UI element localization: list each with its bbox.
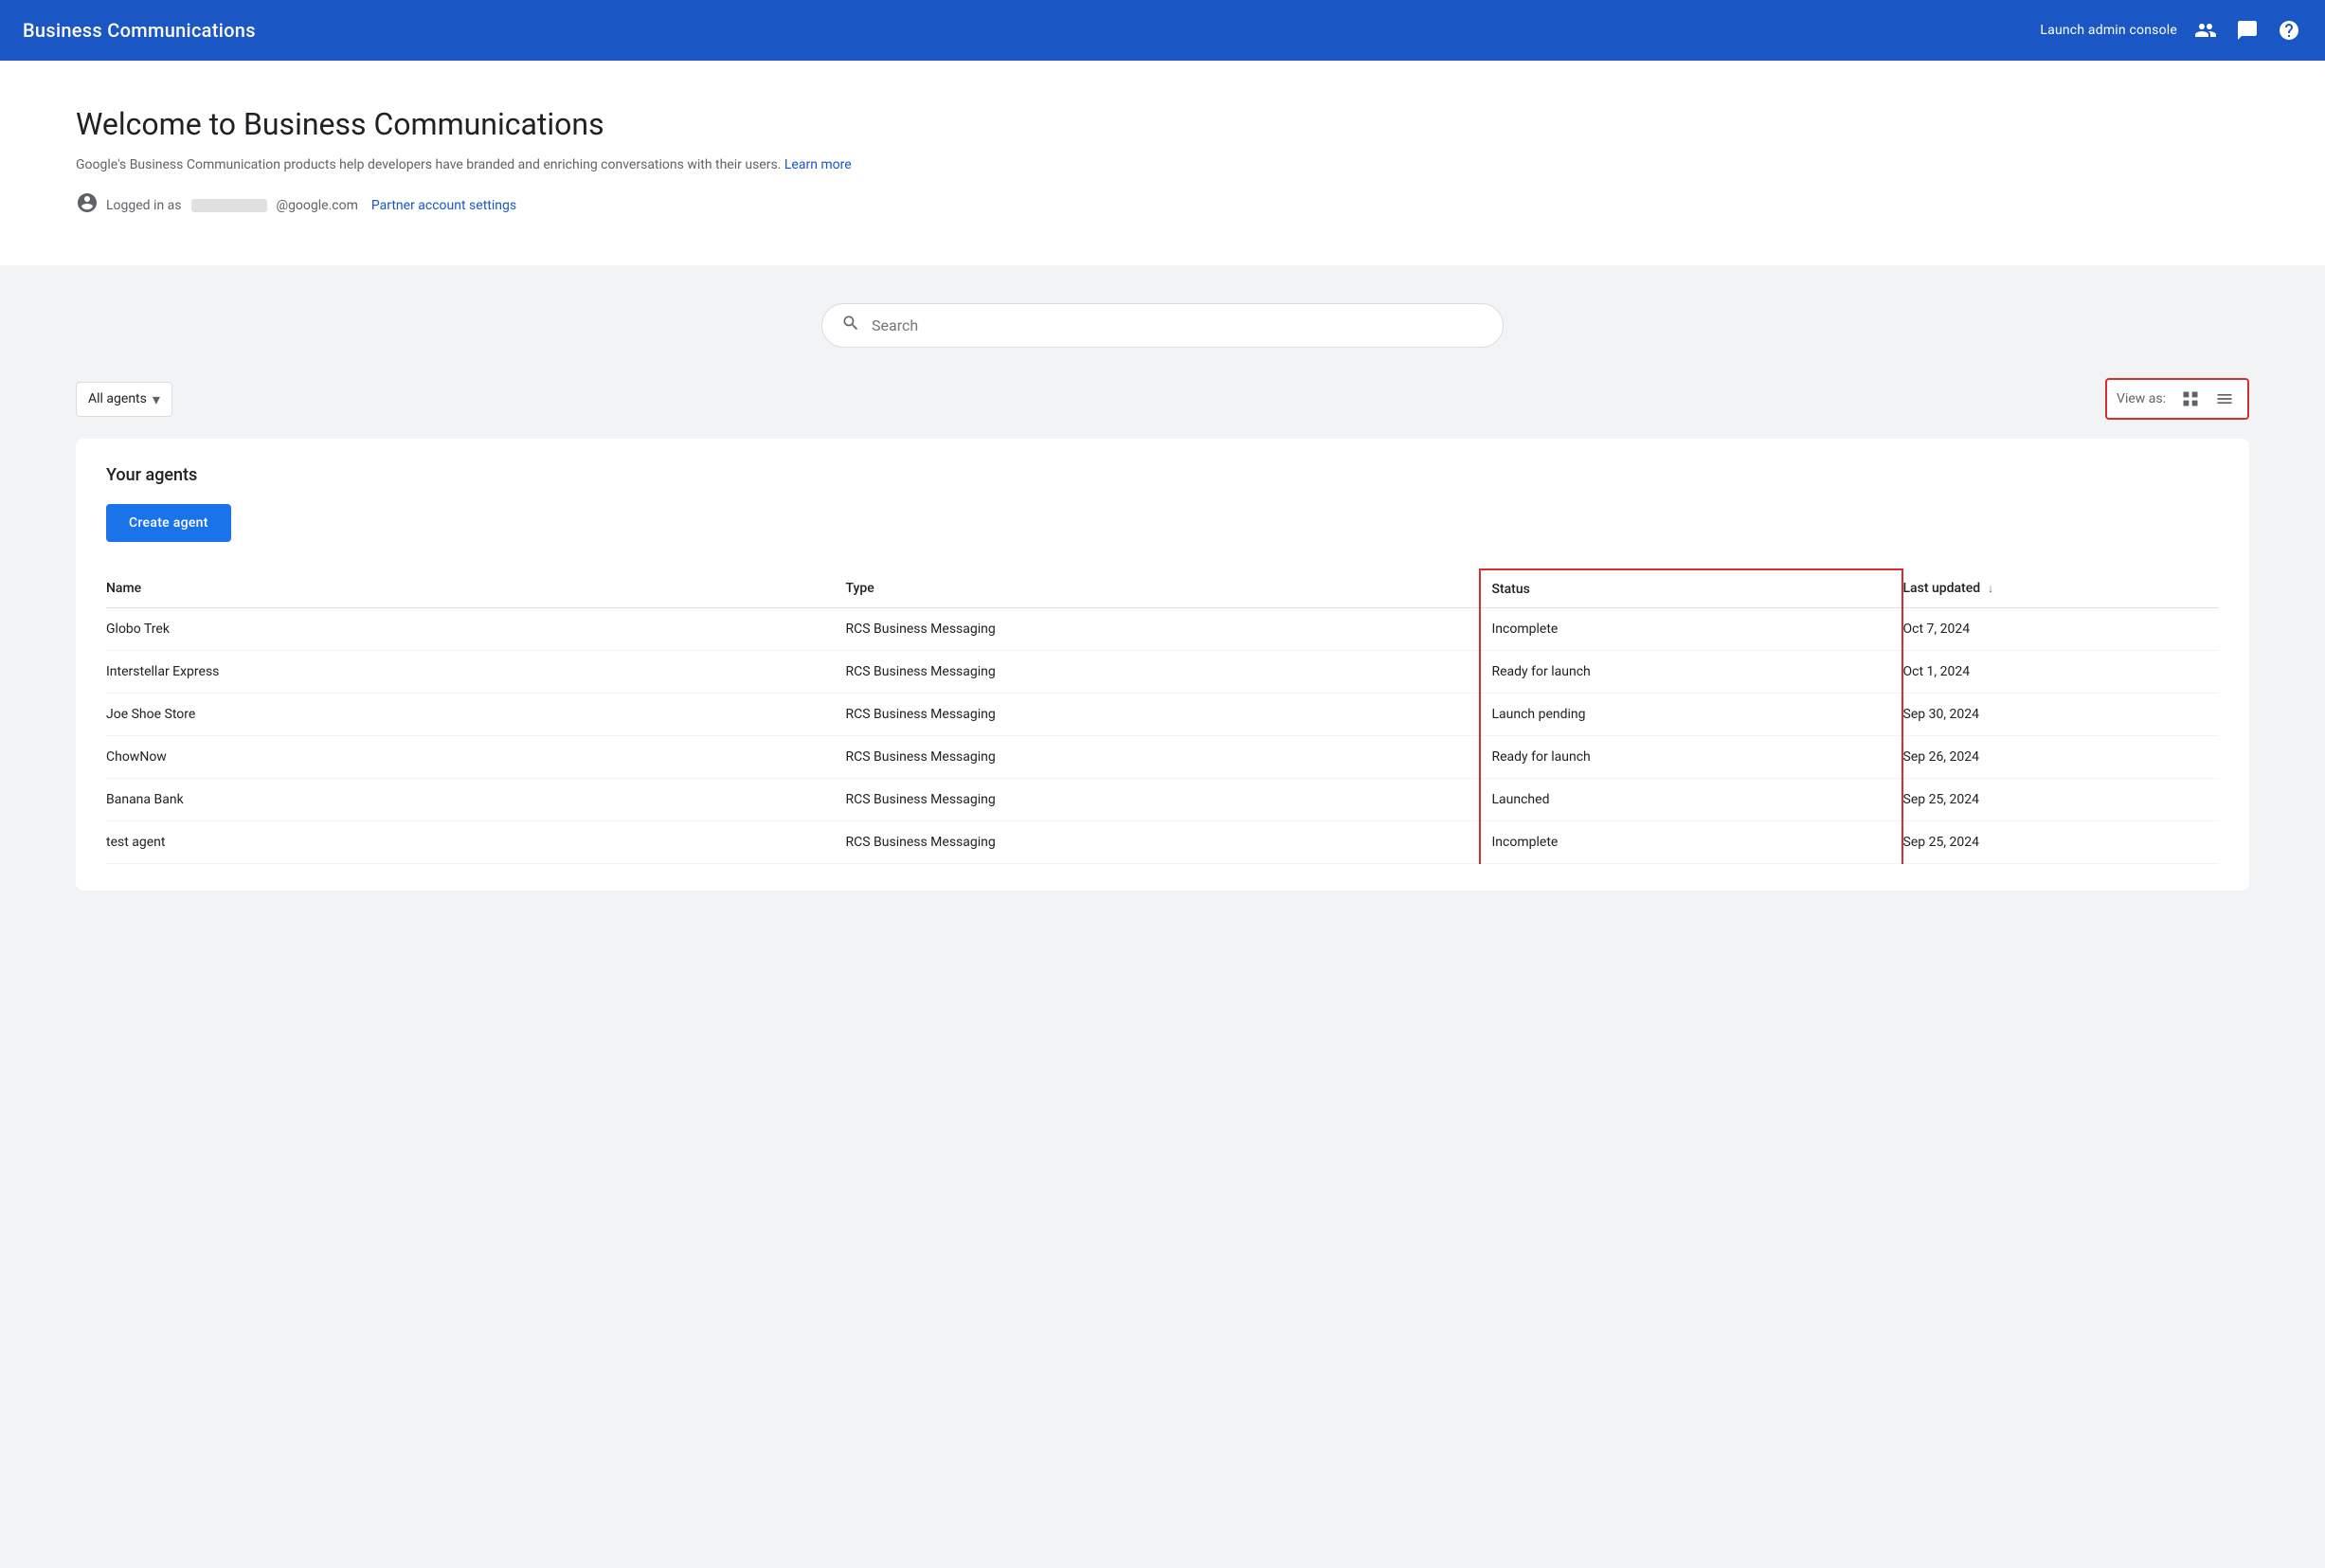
cell-type: RCS Business Messaging — [846, 608, 1480, 651]
all-agents-dropdown[interactable]: All agents ▾ — [76, 382, 172, 417]
cell-last-updated: Sep 25, 2024 — [1902, 821, 2220, 864]
people-icon[interactable] — [2192, 17, 2219, 44]
cell-type: RCS Business Messaging — [846, 651, 1480, 694]
header-actions: Launch admin console — [2040, 17, 2302, 44]
search-container — [76, 303, 2249, 348]
cell-name: Banana Bank — [106, 779, 846, 821]
welcome-title: Welcome to Business Communications — [76, 106, 2249, 142]
agents-card: Your agents Create agent Name Type Statu… — [76, 439, 2249, 891]
cell-status: Ready for launch — [1480, 736, 1902, 779]
cell-status: Launched — [1480, 779, 1902, 821]
logged-in-row: Logged in as @google.com Partner account… — [76, 191, 2249, 220]
cell-last-updated: Sep 26, 2024 — [1902, 736, 2220, 779]
cell-last-updated: Sep 25, 2024 — [1902, 779, 2220, 821]
cell-name: Globo Trek — [106, 608, 846, 651]
dropdown-arrow-icon: ▾ — [153, 390, 160, 408]
view-as-container: View as: — [2105, 378, 2249, 420]
th-type: Type — [846, 569, 1480, 608]
cell-type: RCS Business Messaging — [846, 694, 1480, 736]
th-status: Status — [1480, 569, 1902, 608]
cell-last-updated: Oct 7, 2024 — [1902, 608, 2220, 651]
partner-account-settings-link[interactable]: Partner account settings — [371, 198, 516, 213]
account-circle-icon — [76, 191, 99, 220]
agents-section-title: Your agents — [106, 465, 2219, 485]
main-content: All agents ▾ View as: Your agents Create… — [0, 265, 2325, 928]
create-agent-button[interactable]: Create agent — [106, 504, 231, 542]
table-row[interactable]: ChowNow RCS Business Messaging Ready for… — [106, 736, 2219, 779]
cell-type: RCS Business Messaging — [846, 736, 1480, 779]
table-row[interactable]: Globo Trek RCS Business Messaging Incomp… — [106, 608, 2219, 651]
table-row[interactable]: Joe Shoe Store RCS Business Messaging La… — [106, 694, 2219, 736]
list-view-icon[interactable] — [2211, 386, 2238, 412]
grid-view-icon[interactable] — [2177, 386, 2204, 412]
cell-name: Joe Shoe Store — [106, 694, 846, 736]
cell-last-updated: Oct 1, 2024 — [1902, 651, 2220, 694]
welcome-description: Google's Business Communication products… — [76, 157, 2249, 172]
table-row[interactable]: Interstellar Express RCS Business Messag… — [106, 651, 2219, 694]
cell-name: ChowNow — [106, 736, 846, 779]
table-row[interactable]: test agent RCS Business Messaging Incomp… — [106, 821, 2219, 864]
agents-table: Name Type Status Last updated ↓ — [106, 568, 2219, 864]
search-input[interactable] — [872, 316, 1484, 334]
cell-type: RCS Business Messaging — [846, 821, 1480, 864]
app-title: Business Communications — [23, 19, 256, 42]
table-header-row: Name Type Status Last updated ↓ — [106, 569, 2219, 608]
email-blur — [191, 199, 267, 212]
all-agents-label: All agents — [88, 391, 147, 406]
cell-name: test agent — [106, 821, 846, 864]
cell-status: Incomplete — [1480, 608, 1902, 651]
cell-last-updated: Sep 30, 2024 — [1902, 694, 2220, 736]
view-as-label: View as: — [2117, 391, 2166, 406]
filter-row: All agents ▾ View as: — [76, 378, 2249, 420]
cell-type: RCS Business Messaging — [846, 779, 1480, 821]
th-last-updated[interactable]: Last updated ↓ — [1902, 569, 2220, 608]
launch-admin-console-button[interactable]: Launch admin console — [2040, 23, 2177, 38]
logged-in-text: Logged in as — [106, 198, 182, 213]
cell-status: Incomplete — [1480, 821, 1902, 864]
welcome-section: Welcome to Business Communications Googl… — [0, 61, 2325, 265]
header: Business Communications Launch admin con… — [0, 0, 2325, 61]
cell-status: Ready for launch — [1480, 651, 1902, 694]
table-row[interactable]: Banana Bank RCS Business Messaging Launc… — [106, 779, 2219, 821]
sort-desc-icon: ↓ — [1988, 582, 1993, 595]
help-icon[interactable] — [2276, 17, 2302, 44]
learn-more-link[interactable]: Learn more — [784, 157, 852, 172]
welcome-desc-text: Google's Business Communication products… — [76, 157, 781, 172]
th-name: Name — [106, 569, 846, 608]
email-domain: @google.com — [277, 198, 358, 213]
cell-status: Launch pending — [1480, 694, 1902, 736]
chat-icon[interactable] — [2234, 17, 2261, 44]
cell-name: Interstellar Express — [106, 651, 846, 694]
search-icon — [841, 314, 860, 337]
search-bar — [821, 303, 1504, 348]
